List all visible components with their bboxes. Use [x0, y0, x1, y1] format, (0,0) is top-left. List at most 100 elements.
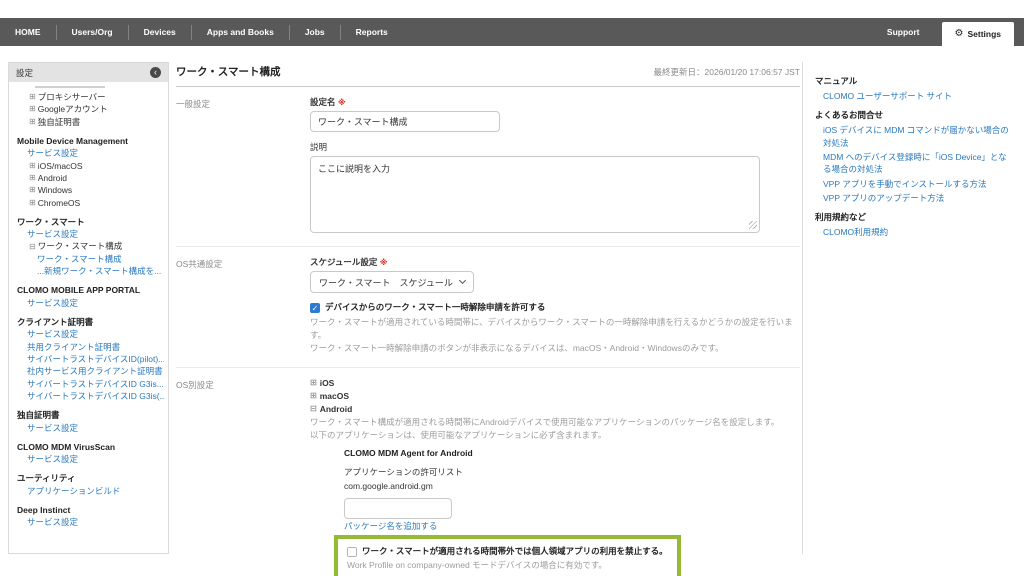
help-link[interactable]: VPP アプリを手動でインストールする方法 — [815, 178, 1012, 190]
sidebar-item[interactable]: サイバートラストデバイスID G3is(... — [17, 390, 164, 402]
help-panel: マニュアル CLOMO ユーザーサポート サイトよくあるお問合せ iOS デバイスに… — [802, 62, 1016, 554]
restrict-apps-checkbox-label: ワーク・スマートが適用される時間帯外では個人領域アプリの利用を禁止する。 — [362, 546, 668, 557]
settings-tab-label: Settings — [967, 29, 1001, 39]
sidebar-item-label: ワーク・スマート構成 — [38, 240, 123, 252]
tree-item-label: Android — [320, 403, 353, 416]
sidebar-item[interactable]: サービス設定 — [17, 147, 164, 159]
sidebar-item-label: 独自証明書 — [38, 116, 81, 128]
sidebar-item[interactable]: アプリケーションビルド — [17, 485, 164, 497]
help-section-title: 利用規約など — [815, 211, 1012, 223]
description-field-label: 説明 — [310, 141, 800, 153]
squared-plus-icon: ⊞ — [29, 105, 36, 113]
highlighted-restrict-option: ワーク・スマートが適用される時間帯外では個人領域アプリの利用を禁止する。 Wor… — [334, 535, 681, 576]
nav-item-devices[interactable]: Devices — [129, 18, 191, 46]
sidebar-group: ユーティリティアプリケーションビルド — [17, 472, 164, 497]
sidebar-item[interactable]: 社内サービス用クライアント証明書 — [17, 365, 164, 377]
sidebar-item-label: iOS/macOS — [38, 160, 83, 172]
sidebar-item[interactable]: サイバートラストデバイスID(pilot)... — [17, 353, 164, 365]
squared-plus-icon: ⊞ — [29, 174, 36, 182]
resize-grip-icon[interactable] — [749, 221, 757, 229]
os-tree: ⊞iOS⊞macOS⊟Android — [310, 377, 800, 417]
help-link[interactable]: iOS デバイスに MDM コマンドが届かない場合の対処法 — [815, 124, 1012, 149]
section-general: 一般設定 設定名 ※ 説明 ここに説明を入力 — [176, 87, 800, 247]
squared-plus-icon: ⊞ — [29, 118, 36, 126]
squared-plus-icon: ⊞ — [29, 199, 36, 207]
gear-icon: ⚙ — [955, 29, 964, 39]
main-header: ワーク・スマート構成 最終更新日：2026/01/20 17:06:57 JST — [176, 64, 800, 87]
sidebar-item[interactable]: サイバートラストデバイスID G3is... — [17, 378, 164, 390]
name-field-label: 設定名 — [310, 97, 336, 107]
sidebar-item[interactable]: サービス設定 — [17, 228, 164, 240]
help-link[interactable]: MDM へのデバイス登録時に「iOS Device」となる場合の対処法 — [815, 151, 1012, 176]
help-link[interactable]: CLOMO利用規約 — [815, 226, 1012, 238]
sidebar-group: 独自証明書サービス設定 — [17, 409, 164, 434]
allow-list-label: アプリケーションの許可リスト — [344, 466, 800, 479]
nav-settings-tab[interactable]: ⚙ Settings — [942, 22, 1015, 46]
sidebar-group: Mobile Device Managementサービス設定⊞iOS/macOS… — [17, 135, 164, 209]
sidebar-item[interactable]: サービス設定 — [17, 422, 164, 434]
package-name-input[interactable] — [344, 498, 452, 519]
sidebar-item[interactable]: ワーク・スマート構成 — [17, 253, 164, 265]
sidebar-item[interactable]: サービス設定 — [17, 453, 164, 465]
sidebar-item[interactable]: サービス設定 — [17, 516, 164, 528]
add-package-link[interactable]: パッケージ名を追加する — [344, 521, 800, 533]
sidebar-item[interactable]: ⊞ChromeOS — [17, 197, 164, 209]
restrict-apps-note: Work Profile on company-owned モードデバイスの場合… — [347, 559, 668, 572]
help-link[interactable]: VPP アプリのアップデート方法 — [815, 192, 1012, 204]
checkbox-unchecked-icon — [347, 547, 357, 557]
nav-item-apps-and-books[interactable]: Apps and Books — [192, 18, 289, 46]
description-textarea[interactable]: ここに説明を入力 — [310, 156, 760, 233]
nav-item-reports[interactable]: Reports — [341, 18, 403, 46]
section-general-label: 一般設定 — [176, 96, 310, 235]
allow-list: com.google.android.gm — [344, 480, 800, 493]
sidebar-item[interactable]: ⊞Windows — [17, 184, 164, 196]
sidebar-item[interactable]: ⊞Googleアカウント — [17, 103, 164, 115]
tree-item-macos[interactable]: ⊞macOS — [310, 390, 800, 403]
required-mark: ※ — [380, 258, 388, 267]
name-input[interactable] — [310, 111, 500, 132]
allow-release-checkbox-row[interactable]: ✓ デバイスからのワーク・スマート一時解除申請を許可する — [310, 302, 800, 313]
sidebar-group: ワーク・スマートサービス設定⊟ワーク・スマート構成ワーク・スマート構成...新規… — [17, 216, 164, 278]
sidebar-item[interactable]: ⊞iOS/macOS — [17, 160, 164, 172]
section-os-common: OS共通設定 スケジュール設定 ※ ワーク・スマート スケジュール ✓ デバイス… — [176, 247, 800, 368]
tree-item-label: macOS — [320, 390, 349, 403]
help-section-title: よくあるお問合せ — [815, 109, 1012, 121]
sidebar-list: ⊞プロキシサーバー⊞Googleアカウント⊞独自証明書Mobile Device… — [9, 88, 168, 529]
section-os-common-label: OS共通設定 — [176, 256, 310, 356]
agent-app-name: CLOMO MDM Agent for Android — [344, 448, 800, 458]
sidebar-item-label: プロキシサーバー — [38, 91, 106, 103]
schedule-select[interactable]: ワーク・スマート スケジュール — [310, 271, 474, 293]
sidebar-group: ⊞プロキシサーバー⊞Googleアカウント⊞独自証明書 — [17, 91, 164, 128]
sidebar-header: 設定 ‹ — [9, 63, 168, 82]
sidebar-item[interactable]: サービス設定 — [17, 297, 164, 309]
sidebar-item[interactable]: ⊞プロキシサーバー — [17, 91, 164, 103]
restrict-apps-checkbox-row[interactable]: ワーク・スマートが適用される時間帯外では個人領域アプリの利用を禁止する。 — [347, 546, 668, 557]
help-link[interactable]: CLOMO ユーザーサポート サイト — [815, 90, 1012, 102]
nav-item-home[interactable]: HOME — [0, 18, 56, 46]
chevron-down-icon — [459, 277, 466, 284]
sidebar-item[interactable]: ...新規ワーク・スマート構成を... — [17, 265, 164, 277]
sidebar-item[interactable]: ⊞独自証明書 — [17, 116, 164, 128]
sidebar-group: CLOMO MDM VirusScanサービス設定 — [17, 441, 164, 466]
nav-item-jobs[interactable]: Jobs — [290, 18, 340, 46]
tree-item-android[interactable]: ⊟Android — [310, 403, 800, 416]
sidebar-item[interactable]: サービス設定 — [17, 328, 164, 340]
section-os-specific: OS別設定 ⊞iOS⊞macOS⊟Android ワーク・スマート構成が適用され… — [176, 368, 800, 576]
top-nav-bar: HOMEUsers/OrgDevicesApps and BooksJobsRe… — [0, 18, 1024, 46]
sidebar-item[interactable]: ⊟ワーク・スマート構成 — [17, 240, 164, 252]
sidebar-item[interactable]: 共用クライアント証明書 — [17, 341, 164, 353]
collapse-sidebar-button[interactable]: ‹ — [150, 67, 161, 78]
chevron-left-icon: ‹ — [154, 68, 157, 77]
tree-item-ios[interactable]: ⊞iOS — [310, 377, 800, 390]
last-updated: 最終更新日：2026/01/20 17:06:57 JST — [654, 66, 800, 78]
nav-item-users-org[interactable]: Users/Org — [57, 18, 128, 46]
sidebar-item[interactable]: ⊞Android — [17, 172, 164, 184]
sidebar-group-title: Deep Instinct — [17, 504, 164, 516]
required-mark: ※ — [338, 98, 346, 107]
squared-plus-icon: ⊞ — [29, 162, 36, 170]
sidebar-group-title: Mobile Device Management — [17, 135, 164, 147]
note-line: ワーク・スマート一時解除申請のボタンが非表示になるデバイスは、macOS・And… — [310, 342, 800, 355]
help-section-title: マニュアル — [815, 75, 1012, 87]
checkbox-checked-icon: ✓ — [310, 303, 320, 313]
nav-support[interactable]: Support — [865, 27, 942, 37]
